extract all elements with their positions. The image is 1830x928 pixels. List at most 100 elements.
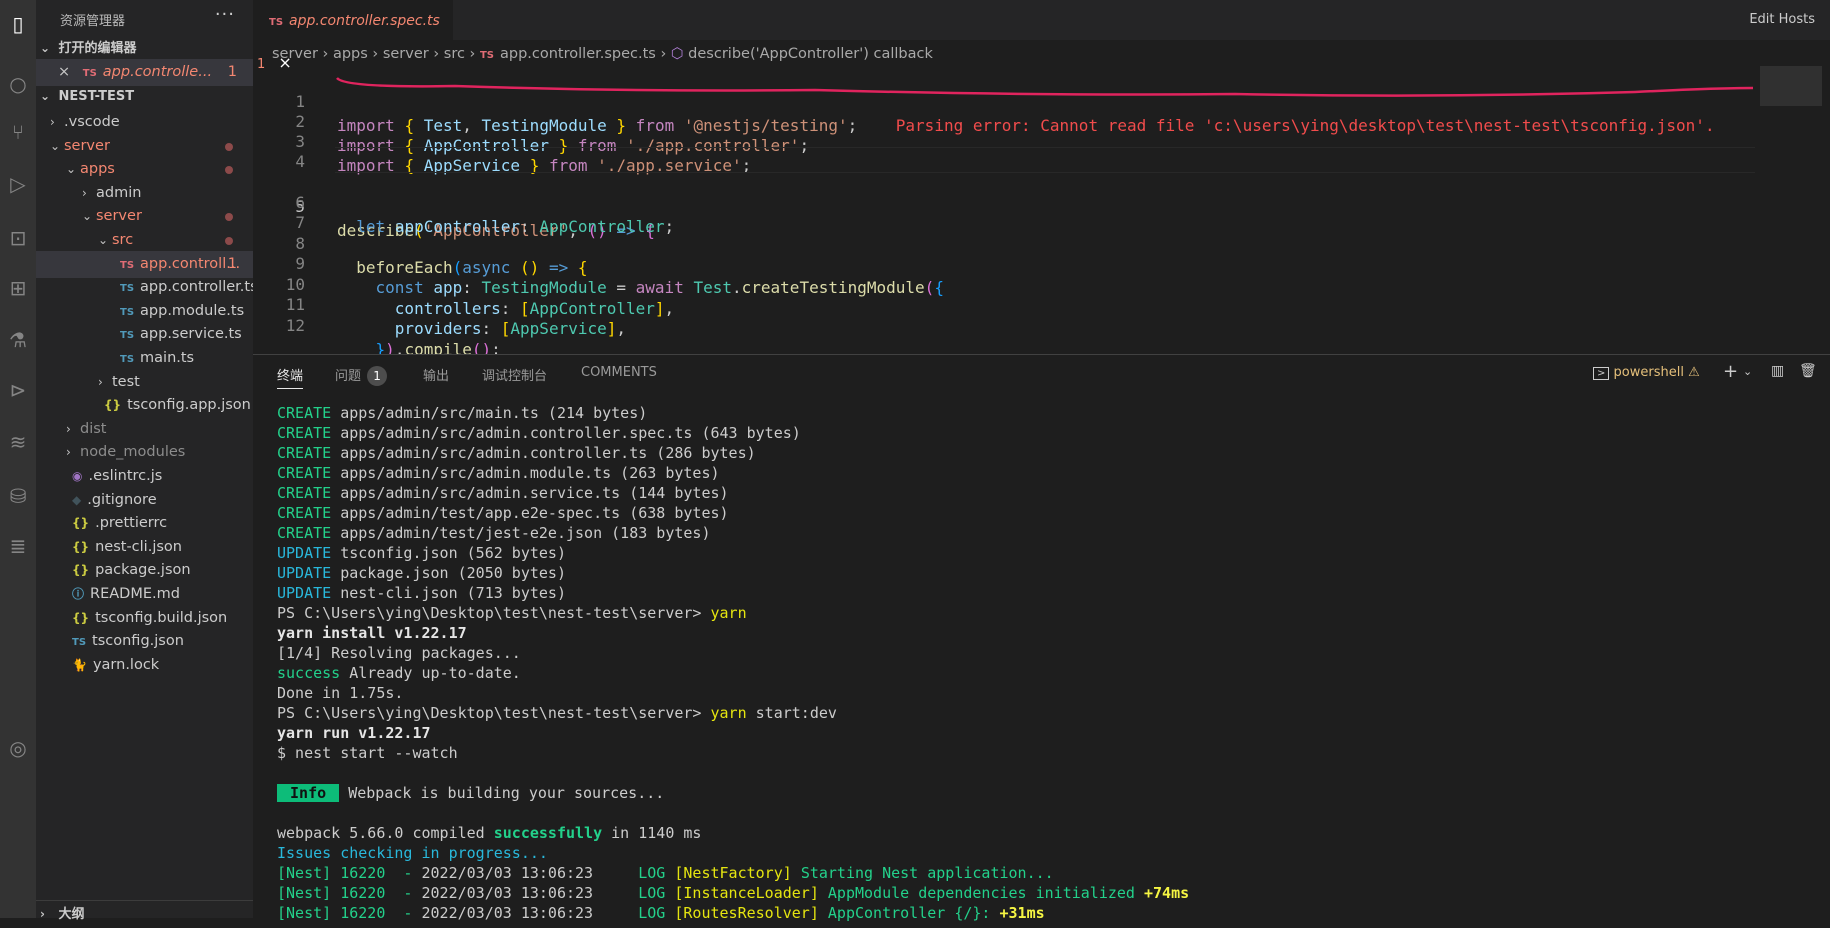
testing-icon[interactable]: ⚗ xyxy=(6,328,30,352)
project-label: NEST-TEST xyxy=(58,89,135,104)
layers-icon[interactable]: ≣ xyxy=(6,534,30,558)
tab-output[interactable]: 输出 xyxy=(423,365,449,384)
tab-debug-console[interactable]: 调试控制台 xyxy=(482,365,547,384)
git-file-icon: ◆ xyxy=(72,492,82,507)
breadcrumb-item[interactable]: describe('AppController') callback xyxy=(688,46,933,62)
close-icon[interactable]: × xyxy=(58,64,70,80)
edit-hosts-button[interactable]: Edit Hosts xyxy=(1749,0,1815,40)
outline-section[interactable]: › 大纲 xyxy=(36,900,253,927)
terminal-output[interactable]: CREATE apps/admin/src/main.ts (214 bytes… xyxy=(277,403,1189,923)
tree-item-label: .gitignore xyxy=(87,491,157,508)
terminal-line: CREATE apps/admin/src/admin.controller.s… xyxy=(277,424,801,442)
search-icon[interactable]: ○ xyxy=(6,72,30,96)
problems-count-badge: 1 xyxy=(367,366,388,386)
breadcrumb-item[interactable]: src xyxy=(444,46,465,62)
open-editors-section[interactable]: ⌄ 打开的编辑器 xyxy=(36,35,253,61)
bottom-panel: 终端 问题 1 输出 调试控制台 COMMENTS > powershell ⚠ … xyxy=(253,354,1830,922)
tsconfig-file-icon: TS xyxy=(72,637,87,649)
breadcrumb-item[interactable]: apps xyxy=(333,46,368,62)
breadcrumb-item[interactable]: server xyxy=(383,46,429,62)
terminal-line: $ nest start --watch xyxy=(277,744,458,762)
terminal-line: UPDATE tsconfig.json (562 bytes) xyxy=(277,544,566,562)
tree-item-label: .eslintrc.js xyxy=(88,468,163,484)
terminal-line: PS C:\Users\ying\Desktop\test\nest-test\… xyxy=(277,604,747,622)
tree-item-label: server xyxy=(64,137,110,154)
terminal-icon: > xyxy=(1593,367,1610,380)
terminal-line: Issues checking in progress... xyxy=(277,844,548,862)
more-actions-icon[interactable]: ··· xyxy=(215,4,235,25)
inline-error-message: Parsing error: Cannot read file 'c:\user… xyxy=(895,116,1715,135)
json-file-icon: {} xyxy=(72,563,90,578)
tab-problems-label: 问题 xyxy=(335,369,362,384)
open-editors-label: 打开的编辑器 xyxy=(58,41,137,56)
info-file-icon: ⓘ xyxy=(72,587,85,601)
json-file-icon: {} xyxy=(72,610,90,625)
tree-item-label: tsconfig.json xyxy=(92,633,184,650)
tree-item-label: src xyxy=(112,232,134,248)
trash-icon[interactable]: 🗑 xyxy=(1799,363,1817,379)
typescript-file-icon: TS xyxy=(269,17,284,28)
tree-item-label: app.controll... xyxy=(140,255,241,272)
tab-app-controller-spec[interactable]: TS app.controller.spec.ts 1 × xyxy=(253,0,453,72)
extensions-icon[interactable]: ⊞ xyxy=(6,276,30,300)
terminal-line: yarn run v1.22.17 xyxy=(277,724,431,742)
tree-file[interactable]: 🐈 yarn.lock xyxy=(36,652,253,679)
files-icon[interactable]: ▯ xyxy=(6,12,30,36)
ts-file-icon: TS xyxy=(120,259,135,271)
editor-tab-bar: TS app.controller.spec.ts 1 × Edit Hosts xyxy=(253,0,1830,72)
tree-item-label: main.ts xyxy=(140,350,195,366)
ts-file-icon: TS xyxy=(120,283,135,295)
code-line-current: 5 describe('AppController', () => { xyxy=(253,147,1755,240)
symbol-method-icon: ⬡ xyxy=(670,46,684,62)
tree-item-label: admin xyxy=(96,184,142,201)
warning-icon: ⚠ xyxy=(1688,365,1700,380)
terminal-line: Done in 1.75s. xyxy=(277,684,404,702)
terminal-line: UPDATE nest-cli.json (713 bytes) xyxy=(277,584,566,602)
breadcrumb-item[interactable]: server xyxy=(272,46,318,62)
terminal-line: yarn install v1.22.17 xyxy=(277,624,467,642)
chevron-down-icon[interactable]: ⌄ xyxy=(1743,365,1752,378)
code-line: 12 }).compile(); xyxy=(253,290,501,359)
modified-dot xyxy=(225,237,233,245)
project-section[interactable]: ⌄ NEST-TEST xyxy=(36,83,253,109)
database-icon[interactable]: ⛁ xyxy=(6,484,30,508)
tab-label: app.controller.spec.ts xyxy=(289,13,440,29)
chevron-right-icon: › xyxy=(40,907,45,921)
tab-problems[interactable]: 问题 1 xyxy=(335,365,388,386)
tree-item-label: .prettierrc xyxy=(95,515,168,532)
remote-explorer-icon[interactable]: ⊡ xyxy=(6,226,30,250)
modified-dot xyxy=(225,166,233,175)
explorer-sidebar: 资源管理器 ··· ⌄ 打开的编辑器 × TS app.controlle... … xyxy=(36,0,253,922)
json-file-icon: {} xyxy=(104,398,122,413)
terminal-line: webpack 5.66.0 compiled successfully in … xyxy=(277,824,702,842)
terminal-line: [Nest] 16220 - 2022/03/03 13:06:23 LOG [… xyxy=(277,884,1190,902)
terminal-line: CREATE apps/admin/test/jest-e2e.json (18… xyxy=(277,524,711,542)
terminal-line: UPDATE package.json (2050 bytes) xyxy=(277,564,566,582)
split-terminal-icon[interactable]: ▥ xyxy=(1771,363,1784,379)
chevron-down-icon: ⌄ xyxy=(40,89,51,103)
open-editor-item[interactable]: × TS app.controlle... 1 xyxy=(36,59,253,86)
source-control-icon[interactable]: ⑂ xyxy=(6,120,30,144)
tree-item-label: apps xyxy=(80,161,115,178)
tree-item-label: yarn.lock xyxy=(92,656,160,673)
terminal-icon[interactable]: ⊳ xyxy=(6,378,30,402)
tab-comments[interactable]: COMMENTS xyxy=(581,365,657,380)
eslint-file-icon: ◉ xyxy=(72,469,83,483)
tree-item-label: node_modules xyxy=(80,444,186,461)
tree-item-label: server xyxy=(96,208,142,225)
breadcrumb-item[interactable]: app.controller.spec.ts xyxy=(500,46,656,62)
minimap[interactable] xyxy=(1760,66,1822,106)
open-editor-name: app.controlle... xyxy=(102,64,213,80)
code-editor[interactable]: 1 import { Test, TestingModule } from '@… xyxy=(253,66,1755,359)
terminal-selector[interactable]: > powershell ⚠ xyxy=(1593,365,1700,380)
error-annotation-underline xyxy=(336,77,1754,97)
tab-terminal[interactable]: 终端 xyxy=(277,365,304,389)
new-terminal-icon[interactable]: + xyxy=(1723,361,1738,382)
docker-icon[interactable]: ≋ xyxy=(6,430,30,454)
account-icon[interactable]: ◎ xyxy=(6,736,30,760)
tree-item-label: README.md xyxy=(90,586,180,602)
run-debug-icon[interactable]: ▷ xyxy=(6,172,30,196)
terminal-line: CREATE apps/admin/src/admin.controller.t… xyxy=(277,444,756,462)
